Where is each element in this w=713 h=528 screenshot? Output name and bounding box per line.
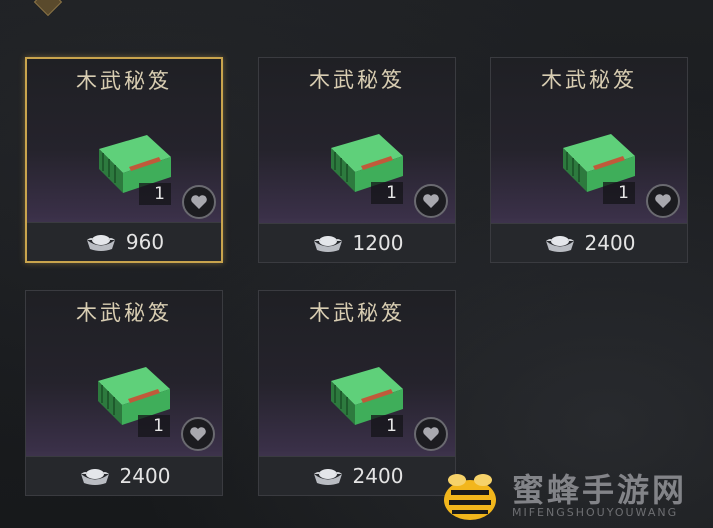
bee-logo-icon — [444, 474, 496, 520]
watermark-subtitle: MIFENGSHOUYOUWANG — [512, 506, 679, 519]
heart-icon — [655, 194, 671, 208]
heart-icon — [423, 427, 439, 441]
shop-item-card[interactable]: 木武秘笈 1 2400 — [258, 290, 456, 496]
silver-ingot-icon — [313, 469, 342, 485]
heart-icon — [190, 427, 206, 441]
price-bar: 960 — [27, 222, 221, 261]
price-bar: 2400 — [26, 456, 222, 495]
item-price: 2400 — [584, 231, 636, 255]
shop-item-card[interactable]: 木武秘笈 1 2400 — [490, 57, 688, 263]
item-price: 2400 — [119, 464, 171, 488]
favorite-button[interactable] — [414, 184, 448, 218]
item-quantity: 1 — [139, 183, 171, 205]
silver-ingot-icon — [313, 236, 342, 252]
item-name: 木武秘笈 — [309, 301, 405, 325]
heart-icon — [191, 195, 207, 209]
price-bar: 2400 — [491, 223, 687, 262]
item-quantity: 1 — [371, 182, 403, 204]
price-bar: 2400 — [259, 456, 455, 495]
favorite-button[interactable] — [646, 184, 680, 218]
silver-ingot-icon — [80, 469, 109, 485]
silver-ingot-icon — [86, 235, 115, 251]
favorite-button[interactable] — [414, 417, 448, 451]
item-price: 960 — [125, 230, 165, 254]
favorite-button[interactable] — [182, 185, 216, 219]
item-name: 木武秘笈 — [76, 301, 172, 325]
item-price: 2400 — [352, 464, 404, 488]
item-price: 1200 — [352, 231, 404, 255]
item-name: 木武秘笈 — [309, 68, 405, 92]
item-quantity: 1 — [603, 182, 635, 204]
favorite-button[interactable] — [181, 417, 215, 451]
silver-ingot-icon — [545, 236, 574, 252]
item-name: 木武秘笈 — [76, 69, 172, 93]
shop-item-card[interactable]: 木武秘笈 1 1200 — [258, 57, 456, 263]
shop-item-card[interactable]: 木武秘笈 1 2400 — [25, 290, 223, 496]
price-bar: 1200 — [259, 223, 455, 262]
item-name: 木武秘笈 — [541, 68, 637, 92]
watermark-title: 蜜蜂手游网 — [512, 471, 688, 509]
item-quantity: 1 — [138, 415, 170, 437]
item-quantity: 1 — [371, 415, 403, 437]
heart-icon — [423, 194, 439, 208]
shop-item-card[interactable]: 木武秘笈 1 960 — [25, 57, 223, 263]
